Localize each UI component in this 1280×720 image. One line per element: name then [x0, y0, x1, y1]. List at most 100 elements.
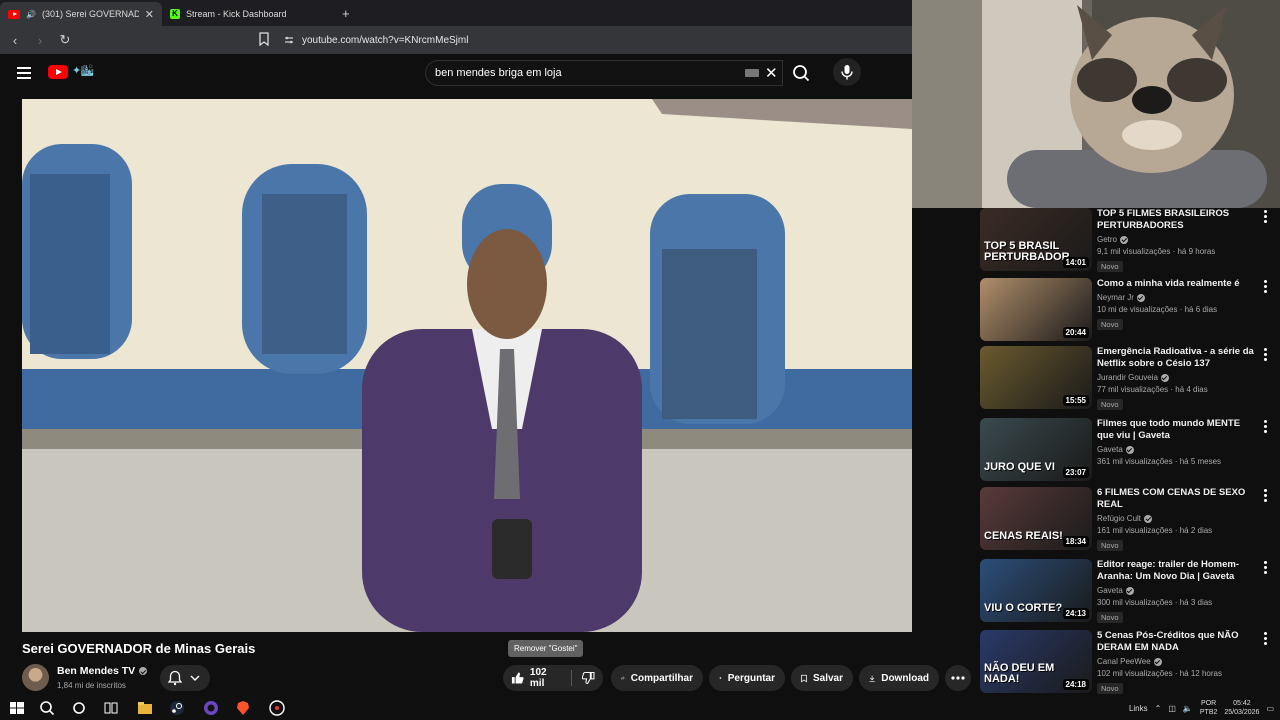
ask-button[interactable]: Perguntar: [709, 665, 785, 691]
recommendation-title[interactable]: 5 Cenas Pós-Créditos que NÃO DERAM EM NA…: [1097, 630, 1255, 654]
save-button[interactable]: Salvar: [791, 665, 853, 691]
site-info-icon[interactable]: [284, 35, 294, 45]
volume-icon[interactable]: 🔈: [1183, 704, 1193, 713]
recommendation-info[interactable]: Emergência Radioativa - a série da Netfl…: [1097, 346, 1255, 412]
recommendation-item[interactable]: TOP 5 BRASIL PERTURBADOR 14:01 TOP 5 FILME…: [980, 208, 1280, 276]
recommendation-thumbnail[interactable]: NÃO DEU EM NADA! 24:18: [980, 630, 1092, 693]
network-icon[interactable]: ◫: [1168, 704, 1176, 713]
recommendation-title[interactable]: Editor reage: trailer de Homem-Aranha: U…: [1097, 559, 1255, 583]
recommendation-info[interactable]: Editor reage: trailer de Homem-Aranha: U…: [1097, 559, 1255, 625]
more-horizontal-icon: [951, 676, 965, 680]
recommendation-item[interactable]: 20:44 Como a minha vida realmente é Neymar…: [980, 278, 1280, 346]
recommendation-info[interactable]: 5 Cenas Pós-Créditos que NÃO DERAM EM NA…: [1097, 630, 1255, 696]
obs-icon[interactable]: [202, 699, 220, 717]
download-button[interactable]: Download: [859, 665, 939, 691]
dislike-icon[interactable]: [582, 671, 595, 685]
like-icon[interactable]: [511, 671, 524, 685]
recommendation-thumbnail[interactable]: CENAS REAIS! 18:34: [980, 487, 1092, 550]
more-options-icon[interactable]: [1264, 561, 1268, 575]
voice-search-button[interactable]: [833, 58, 861, 86]
file-explorer-icon[interactable]: [136, 699, 154, 717]
recommendation-title[interactable]: TOP 5 FILMES BRASILEIROS PERTURBADORES: [1097, 208, 1255, 232]
recommendation-thumbnail[interactable]: JURO QUE VI 23:07: [980, 418, 1092, 481]
recommendation-thumbnail[interactable]: 15:55: [980, 346, 1092, 409]
doodle-icon[interactable]: ✦🏙: [72, 64, 94, 77]
recommendation-title[interactable]: Filmes que todo mundo MENTE que viu | Ga…: [1097, 418, 1255, 442]
brave-browser-icon[interactable]: [234, 699, 252, 717]
recommendation-item[interactable]: CENAS REAIS! 18:34 6 FILMES COM CENAS DE S…: [980, 487, 1280, 555]
new-tab-button[interactable]: +: [342, 6, 350, 21]
recommendation-title[interactable]: Emergência Radioativa - a série da Netfl…: [1097, 346, 1255, 370]
close-tab-icon[interactable]: ✕: [145, 8, 154, 21]
language-indicator[interactable]: POR PTB2: [1200, 699, 1218, 717]
search-input[interactable]: ben mendes briga em loja ✕: [425, 60, 783, 86]
recommendation-meta: 77 mil visualizações · há 4 dias: [1097, 385, 1208, 394]
tab-youtube[interactable]: 🔊 (301) Serei GOVERNADOR de Minas Gerais…: [0, 2, 162, 26]
channel-avatar[interactable]: [22, 664, 49, 691]
recommendation-item[interactable]: JURO QUE VI 23:07 Filmes que todo mundo ME…: [980, 418, 1280, 486]
recommendation-channel[interactable]: Refúgio Cult: [1097, 514, 1141, 523]
recommendations-sidebar: TOP 5 BRASIL PERTURBADOR 14:01 TOP 5 FILME…: [912, 208, 1280, 696]
recommendation-info[interactable]: 6 FILMES COM CENAS DE SEXO REAL Refúgio C…: [1097, 487, 1255, 553]
links-toolbar[interactable]: Links: [1129, 704, 1148, 713]
app-icon[interactable]: [268, 699, 286, 717]
windows-taskbar: Links ⌃ ◫ 🔈 POR PTB2 05:42 25/03/2026 ▭: [0, 696, 1280, 720]
recommendation-title[interactable]: 6 FILMES COM CENAS DE SEXO REAL: [1097, 487, 1255, 511]
recommendation-channel[interactable]: Jurandir Gouveia: [1097, 373, 1158, 382]
notifications-icon[interactable]: ▭: [1266, 704, 1274, 713]
menu-icon[interactable]: [17, 67, 31, 79]
recommendation-thumbnail[interactable]: 20:44: [980, 278, 1092, 341]
channel-name-row[interactable]: Ben Mendes TV: [57, 665, 148, 677]
clock[interactable]: 05:42 25/03/2026: [1224, 699, 1259, 717]
recommendation-thumbnail[interactable]: VIU O CORTE? 24:13: [980, 559, 1092, 622]
reload-button[interactable]: ↻: [55, 32, 75, 48]
windows-start-icon[interactable]: [8, 699, 26, 717]
youtube-logo-icon[interactable]: [48, 65, 68, 79]
steam-icon[interactable]: [168, 699, 186, 717]
speaker-icon[interactable]: 🔊: [26, 10, 36, 19]
more-options-icon[interactable]: [1264, 348, 1268, 362]
more-options-icon[interactable]: [1264, 489, 1268, 503]
channel-name[interactable]: Ben Mendes TV: [57, 665, 135, 677]
recommendation-channel[interactable]: Canal PeeWee: [1097, 657, 1151, 666]
like-count[interactable]: 102 mil: [530, 667, 561, 689]
recommendation-channel[interactable]: Neymar Jr: [1097, 293, 1134, 302]
thumbnail-text: CENAS REAIS!: [984, 530, 1063, 542]
url-field[interactable]: youtube.com/watch?v=KNrcmMeSjml: [284, 30, 904, 50]
recommendation-item[interactable]: NÃO DEU EM NADA! 24:18 5 Cenas Pós-Crédito…: [980, 630, 1280, 696]
clear-search-icon[interactable]: ✕: [765, 64, 778, 82]
new-badge: Novo: [1097, 612, 1123, 623]
new-badge: Novo: [1097, 399, 1123, 410]
notification-bell-button[interactable]: [160, 665, 210, 691]
more-options-icon[interactable]: [1264, 280, 1268, 294]
more-options-icon[interactable]: [1264, 420, 1268, 434]
more-actions-button[interactable]: [945, 665, 971, 691]
video-player[interactable]: [22, 99, 912, 632]
recommendation-channel[interactable]: Gaveta: [1097, 445, 1123, 454]
search-icon[interactable]: [38, 699, 56, 717]
more-options-icon[interactable]: [1264, 210, 1268, 224]
recommendation-item[interactable]: 15:55 Emergência Radioativa - a série da …: [980, 346, 1280, 414]
recommendation-info[interactable]: TOP 5 FILMES BRASILEIROS PERTURBADORES Ge…: [1097, 208, 1255, 274]
tab-kick[interactable]: K Stream - Kick Dashboard: [162, 2, 332, 26]
tab-title: Stream - Kick Dashboard: [186, 9, 287, 19]
recommendation-title[interactable]: Como a minha vida realmente é: [1097, 278, 1255, 290]
clock-date: 25/03/2026: [1224, 709, 1260, 716]
forward-button[interactable]: ›: [30, 33, 50, 48]
recommendation-channel[interactable]: Getro: [1097, 235, 1117, 244]
recommendation-info[interactable]: Filmes que todo mundo MENTE que viu | Ga…: [1097, 418, 1255, 466]
bookmark-icon[interactable]: [258, 32, 270, 46]
share-button[interactable]: Compartilhar: [611, 665, 703, 691]
task-view-icon[interactable]: [102, 699, 120, 717]
recommendation-item[interactable]: VIU O CORTE? 24:13 Editor reage: trailer d…: [980, 559, 1280, 627]
keyboard-icon[interactable]: [745, 69, 759, 77]
back-button[interactable]: ‹: [5, 33, 25, 48]
save-icon: [801, 674, 807, 683]
recommendation-info[interactable]: Como a minha vida realmente é Neymar Jr 10…: [1097, 278, 1255, 332]
cortana-icon[interactable]: [70, 699, 88, 717]
recommendation-channel[interactable]: Gaveta: [1097, 586, 1123, 595]
more-options-icon[interactable]: [1264, 632, 1268, 646]
search-button[interactable]: [784, 60, 820, 86]
recommendation-thumbnail[interactable]: TOP 5 BRASIL PERTURBADOR 14:01: [980, 208, 1092, 271]
tray-chevron-icon[interactable]: ⌃: [1155, 704, 1162, 713]
